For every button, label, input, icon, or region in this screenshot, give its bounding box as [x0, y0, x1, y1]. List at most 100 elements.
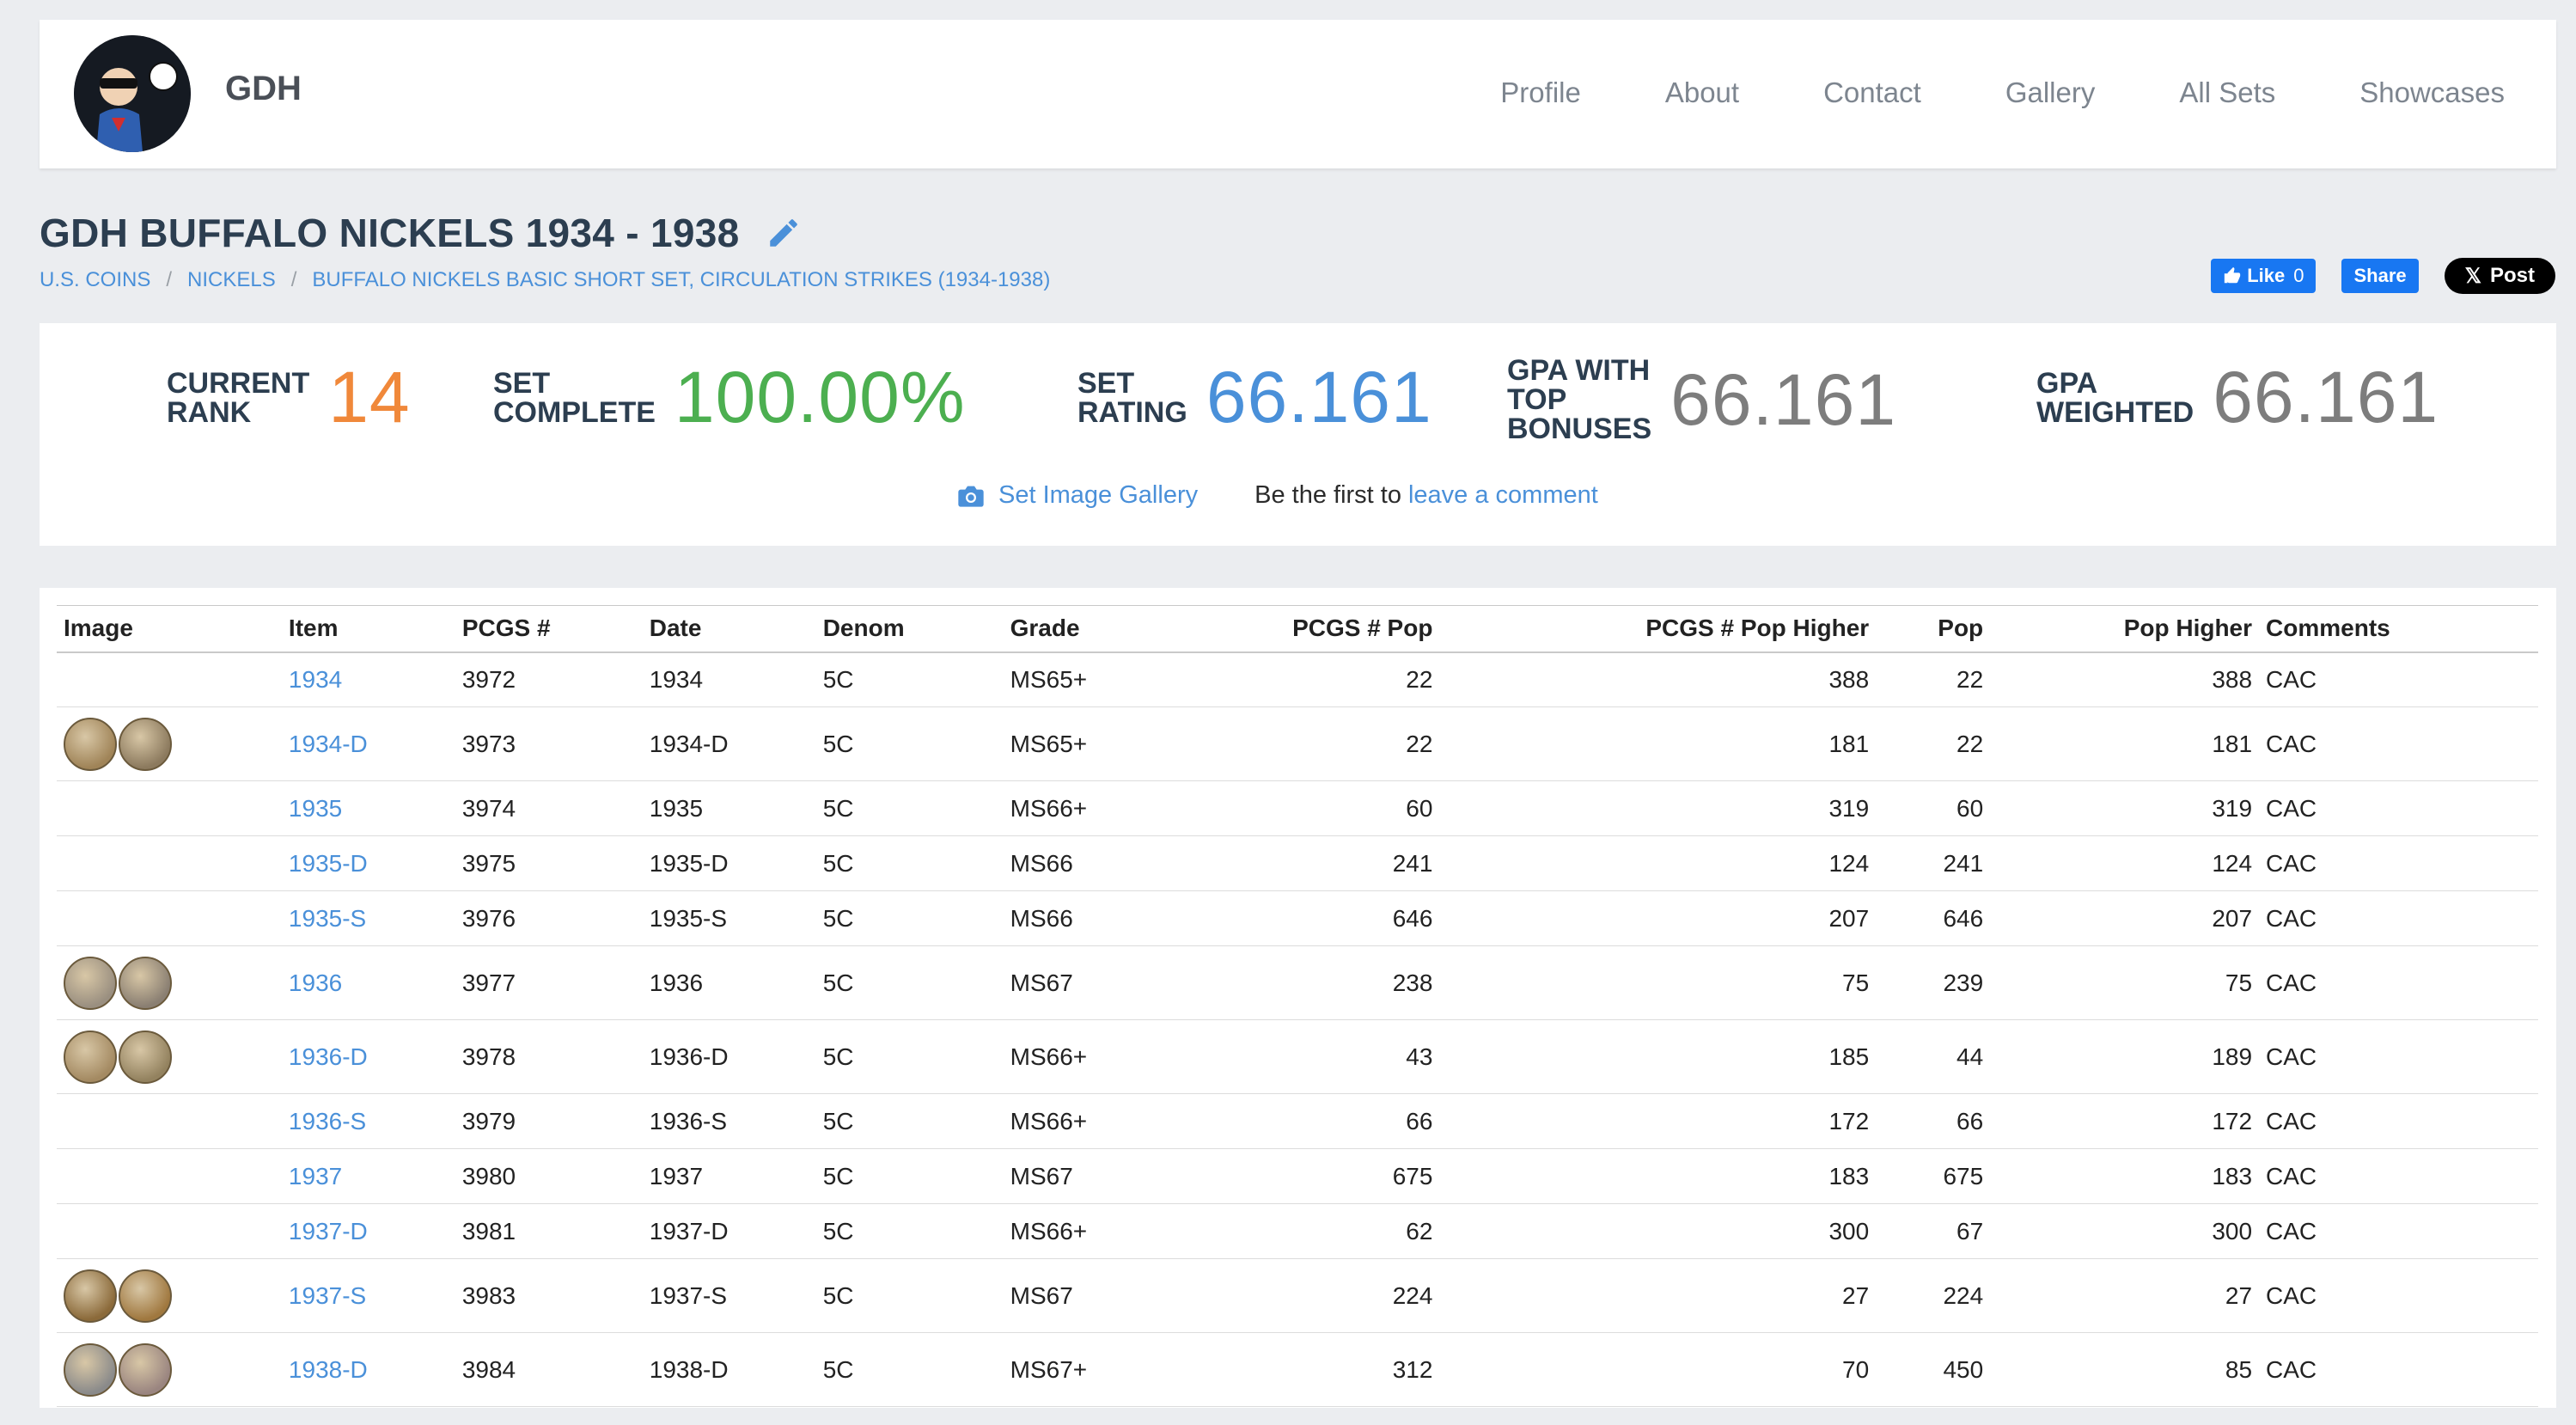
table-row: 1935-D 3975 1935-D 5C MS66 241 124 241 124 CAC — [57, 835, 2538, 891]
cell-pcgs-pop: 646 — [1157, 890, 1440, 946]
page-title: GDH BUFFALO NICKELS 1934 - 1938 — [40, 211, 740, 255]
nav-about[interactable]: About — [1665, 76, 1739, 109]
cell-pcgs: 3974 — [455, 780, 643, 836]
nav-showcases[interactable]: Showcases — [2359, 76, 2505, 109]
nav-all-sets[interactable]: All Sets — [2179, 76, 2275, 109]
column-header-comments[interactable]: Comments — [2259, 605, 2538, 653]
cell-date: 1936-D — [642, 1019, 816, 1094]
facebook-like-button[interactable]: Like 0 — [2211, 259, 2317, 293]
set-image-gallery-link[interactable]: Set Image Gallery — [998, 481, 1198, 510]
set-complete-stat: SET COMPLETE 100.00% — [493, 356, 966, 439]
column-header-pop[interactable]: Pop — [1876, 605, 1991, 653]
column-header-pcgs-number[interactable]: PCGS # — [455, 605, 643, 653]
cell-pcgs-pop-higher: 388 — [1439, 651, 1877, 707]
brand-name[interactable]: GDH — [225, 70, 302, 108]
gpa-weighted-value: 66.161 — [2213, 357, 2439, 437]
cell-pcgs: 3975 — [455, 835, 643, 891]
coin-reverse-image — [119, 1030, 172, 1084]
cell-date: 1936-S — [642, 1093, 816, 1149]
column-header-date[interactable]: Date — [642, 605, 816, 653]
coin-image-cell[interactable] — [57, 1258, 282, 1333]
set-rating-label: SET RATING — [1077, 366, 1187, 429]
cell-item[interactable]: 1935-D — [281, 835, 455, 891]
cell-grade: MS67 — [1003, 1258, 1158, 1333]
cell-pcgs-pop: 66 — [1157, 1093, 1440, 1149]
cell-date: 1936 — [642, 945, 816, 1020]
nav-contact[interactable]: Contact — [1823, 76, 1921, 109]
breadcrumb-set[interactable]: BUFFALO NICKELS BASIC SHORT SET, CIRCULA… — [312, 268, 1050, 292]
cell-date: 1935-D — [642, 835, 816, 891]
cell-item[interactable]: 1937-S — [281, 1258, 455, 1333]
cell-pcgs: 3972 — [455, 651, 643, 707]
x-post-button[interactable]: 𝕏 Post — [2444, 258, 2555, 294]
coin-thumbnail[interactable] — [64, 1030, 275, 1084]
cell-pcgs: 3980 — [455, 1148, 643, 1204]
nav-profile[interactable]: Profile — [1500, 76, 1581, 109]
cell-item[interactable]: 1936-D — [281, 1019, 455, 1094]
site-header: GDH Profile About Contact Gallery All Se… — [40, 20, 2556, 168]
breadcrumb-nickels[interactable]: NICKELS — [187, 268, 276, 292]
column-header-pcgs-pop-higher[interactable]: PCGS # Pop Higher — [1439, 605, 1877, 653]
gpa-top-bonuses-value: 66.161 — [1670, 358, 1897, 440]
cell-item[interactable]: 1935-S — [281, 890, 455, 946]
cell-pcgs: 3981 — [455, 1203, 643, 1259]
cell-pcgs-pop: 241 — [1157, 835, 1440, 891]
cell-grade: MS67 — [1003, 1148, 1158, 1204]
breadcrumb-us-coins[interactable]: U.S. COINS — [40, 268, 150, 292]
cell-item[interactable]: 1938-D — [281, 1332, 455, 1407]
set-inventory-table: Image Item PCGS # Date Denom Grade PCGS … — [57, 605, 2538, 1407]
cell-pop: 22 — [1876, 706, 1991, 781]
cell-item[interactable]: 1934 — [281, 651, 455, 707]
column-header-pop-higher[interactable]: Pop Higher — [1990, 605, 2260, 653]
coin-thumbnail[interactable] — [64, 1342, 275, 1397]
coin-image-cell[interactable] — [57, 1019, 282, 1094]
cell-comments: CAC — [2259, 1019, 2538, 1094]
cell-item[interactable]: 1935 — [281, 780, 455, 836]
table-header-row: Image Item PCGS # Date Denom Grade PCGS … — [57, 605, 2538, 653]
cell-item[interactable]: 1936 — [281, 945, 455, 1020]
coin-thumbnail[interactable] — [64, 717, 275, 771]
main-nav: Profile About Contact Gallery All Sets S… — [1416, 76, 2505, 109]
cell-pcgs-pop-higher: 319 — [1439, 780, 1877, 836]
cell-denom: 5C — [815, 780, 1004, 836]
table-row: 1937-S 3983 1937-S 5C MS67 224 27 224 27 CAC — [57, 1258, 2538, 1333]
coin-image-cell[interactable] — [57, 1332, 282, 1407]
cell-pcgs-pop-higher: 207 — [1439, 890, 1877, 946]
pencil-icon[interactable] — [766, 215, 802, 251]
cell-comments: CAC — [2259, 1332, 2538, 1407]
cell-item[interactable]: 1934-D — [281, 706, 455, 781]
column-header-image[interactable]: Image — [57, 605, 282, 653]
breadcrumb-separator: / — [290, 268, 297, 291]
coin-thumbnail[interactable] — [64, 1269, 275, 1323]
camera-icon[interactable] — [957, 484, 985, 508]
column-header-pcgs-pop[interactable]: PCGS # Pop — [1157, 605, 1440, 653]
avatar[interactable] — [74, 35, 191, 152]
facebook-share-button[interactable]: Share — [2341, 259, 2419, 293]
cell-grade: MS66 — [1003, 835, 1158, 891]
nav-gallery[interactable]: Gallery — [2005, 76, 2096, 109]
cell-pop: 241 — [1876, 835, 1991, 891]
table-row: 1936 3977 1936 5C MS67 238 75 239 75 CAC — [57, 945, 2538, 1020]
set-complete-value: 100.00% — [674, 357, 966, 437]
cell-pop: 646 — [1876, 890, 1991, 946]
cell-pop-higher: 319 — [1990, 780, 2260, 836]
cell-pop: 66 — [1876, 1093, 1991, 1149]
x-logo-icon: 𝕏 — [2464, 264, 2481, 288]
cell-item[interactable]: 1937-D — [281, 1203, 455, 1259]
leave-comment-link[interactable]: leave a comment — [1408, 481, 1598, 510]
set-rating-stat: SET RATING 66.161 — [1077, 356, 1432, 439]
coin-image-cell[interactable] — [57, 945, 282, 1020]
cell-pcgs-pop: 22 — [1157, 706, 1440, 781]
coin-image-cell[interactable] — [57, 706, 282, 781]
cell-pcgs-pop: 238 — [1157, 945, 1440, 1020]
column-header-item[interactable]: Item — [281, 605, 455, 653]
column-header-grade[interactable]: Grade — [1003, 605, 1158, 653]
cell-item[interactable]: 1936-S — [281, 1093, 455, 1149]
column-header-denom[interactable]: Denom — [815, 605, 1004, 653]
cell-grade: MS65+ — [1003, 706, 1158, 781]
coin-thumbnail[interactable] — [64, 956, 275, 1010]
cell-item[interactable]: 1937 — [281, 1148, 455, 1204]
title-row: GDH BUFFALO NICKELS 1934 - 1938 — [40, 210, 802, 256]
cell-date: 1937-D — [642, 1203, 816, 1259]
cell-pop-higher: 27 — [1990, 1258, 2260, 1333]
